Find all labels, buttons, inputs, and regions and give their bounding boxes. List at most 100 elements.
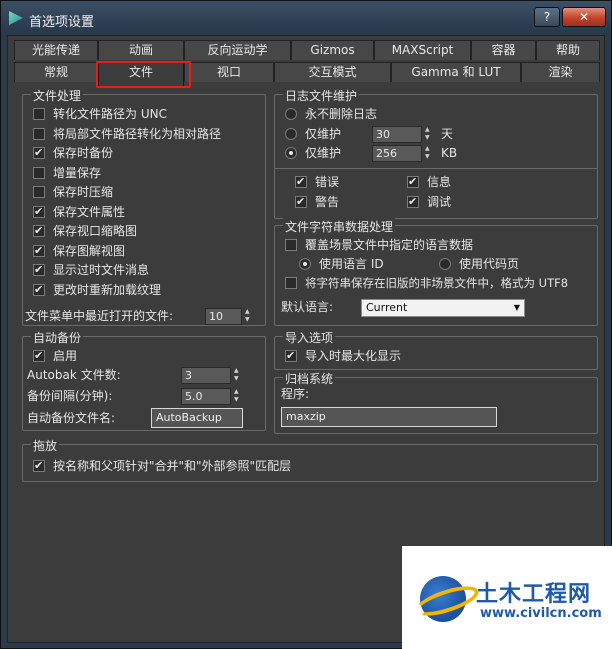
tab-help[interactable]: 帮助 bbox=[536, 40, 600, 60]
autobak-count-value[interactable]: 3 bbox=[181, 367, 231, 384]
close-button[interactable]: ✕ bbox=[562, 7, 606, 27]
log-type-error[interactable]: 错误 bbox=[295, 173, 395, 191]
save-utf8-option[interactable]: 将字符串保存在旧版的非场景文件中，格式为 UTF8 bbox=[285, 274, 595, 292]
recent-files-spinner[interactable]: 10 ▲ ▼ bbox=[205, 308, 255, 325]
file-handling-title: 文件处理 bbox=[31, 87, 84, 104]
use-language-id-option[interactable]: 使用语言 ID bbox=[299, 255, 419, 273]
file-handling-option-label: 将局部文件路径转化为相对路径 bbox=[53, 126, 222, 141]
file-handling-option[interactable]: 保存文件属性 bbox=[33, 203, 259, 221]
file-handling-option[interactable]: 保存视口缩略图 bbox=[33, 222, 259, 240]
file-handling-option[interactable]: 更改时重新加载纹理 bbox=[33, 281, 259, 299]
file-handling-checkbox[interactable] bbox=[33, 203, 45, 221]
override-language-option[interactable]: 覆盖场景文件中指定的语言数据 bbox=[285, 236, 585, 254]
use-codepage-label: 使用代码页 bbox=[459, 257, 520, 271]
log-info-label: 信息 bbox=[427, 175, 452, 189]
string-data-title: 文件字符串数据处理 bbox=[283, 218, 396, 235]
never-delete-radio[interactable] bbox=[285, 108, 297, 120]
tab-inverse-kinematics[interactable]: 反向运动学 bbox=[184, 40, 291, 60]
file-handling-checkbox[interactable] bbox=[33, 144, 45, 162]
auto-backup-title: 自动备份 bbox=[31, 329, 84, 346]
log-maintenance-title: 日志文件维护 bbox=[283, 87, 360, 104]
file-handling-option[interactable]: 将局部文件路径转化为相对路径 bbox=[33, 125, 259, 143]
auto-backup-enable-checkbox[interactable] bbox=[33, 347, 45, 365]
backup-filename-label: 自动备份文件名: bbox=[27, 411, 116, 425]
log-type-info[interactable]: 信息 bbox=[407, 173, 507, 191]
file-handling-checkbox[interactable] bbox=[33, 166, 45, 179]
tab-rendering[interactable]: 渲染 bbox=[521, 62, 600, 82]
watermark: 土木工程网 www.civilcn.com bbox=[402, 546, 612, 649]
keep-days-spin-arrows[interactable]: ▲ ▼ bbox=[423, 126, 434, 143]
file-handling-option[interactable]: 保存时备份 bbox=[33, 144, 259, 162]
autobak-count-spin-arrows[interactable]: ▲ ▼ bbox=[232, 367, 243, 384]
file-handling-checkbox[interactable] bbox=[33, 242, 45, 260]
backup-interval-label: 备份间隔(分钟): bbox=[27, 389, 113, 403]
default-language-value: Current bbox=[366, 301, 408, 314]
never-delete-option[interactable]: 永不删除日志 bbox=[285, 105, 485, 123]
file-handling-checkbox[interactable] bbox=[33, 127, 45, 140]
use-language-id-radio[interactable] bbox=[299, 258, 311, 270]
tab-radiosity[interactable]: 光能传递 bbox=[14, 40, 98, 60]
file-handling-option-label: 保存时压缩 bbox=[53, 185, 114, 199]
file-handling-option-label: 保存图解视图 bbox=[53, 243, 126, 258]
file-handling-option-label: 转化文件路径为 UNC bbox=[53, 107, 167, 121]
auto-backup-enable-option[interactable]: 启用 bbox=[33, 347, 133, 365]
backup-interval-spin-arrows[interactable]: ▲ ▼ bbox=[232, 388, 243, 405]
archive-program-input[interactable]: maxzip bbox=[281, 407, 497, 427]
keep-days-spinner[interactable]: 30 ▲ ▼ bbox=[372, 126, 434, 143]
recent-files-value[interactable]: 10 bbox=[205, 308, 242, 325]
file-handling-option[interactable]: 显示过时文件消息 bbox=[33, 261, 259, 279]
maximize-on-import-checkbox[interactable] bbox=[285, 347, 297, 365]
backup-interval-spinner[interactable]: 5.0 ▲ ▼ bbox=[181, 388, 243, 405]
override-language-checkbox[interactable] bbox=[285, 239, 297, 251]
file-handling-checkbox[interactable] bbox=[33, 108, 45, 120]
tab-general[interactable]: 常规 bbox=[14, 62, 98, 82]
maximize-on-import-label: 导入时最大化显示 bbox=[305, 349, 402, 363]
tab-viewports[interactable]: 视口 bbox=[184, 62, 274, 82]
save-utf8-checkbox[interactable] bbox=[285, 277, 297, 289]
file-handling-checkbox[interactable] bbox=[33, 281, 45, 299]
title-bar[interactable]: 首选项设置 ? ✕ bbox=[1, 1, 611, 35]
string-data-group: 文件字符串数据处理 覆盖场景文件中指定的语言数据 使用语言 ID 使用代码页 将… bbox=[274, 218, 598, 326]
use-codepage-radio[interactable] bbox=[439, 258, 451, 270]
file-handling-option-label: 保存视口缩略图 bbox=[53, 224, 138, 238]
log-maintenance-group: 日志文件维护 永不删除日志 仅维护 30 ▲ ▼ 天 仅维护 256 ▲ ▼ K… bbox=[274, 87, 598, 219]
file-handling-option-label: 增量保存 bbox=[53, 165, 102, 180]
backup-interval-value[interactable]: 5.0 bbox=[181, 388, 231, 405]
log-error-checkbox[interactable] bbox=[295, 173, 307, 191]
file-handling-checkbox[interactable] bbox=[33, 186, 45, 198]
use-codepage-option[interactable]: 使用代码页 bbox=[439, 255, 559, 273]
keep-days-value[interactable]: 30 bbox=[372, 126, 422, 143]
file-handling-option[interactable]: 保存图解视图 bbox=[33, 242, 259, 260]
maximize-on-import-option[interactable]: 导入时最大化显示 bbox=[285, 347, 485, 365]
keep-kb-spinner[interactable]: 256 ▲ ▼ bbox=[372, 145, 434, 162]
keep-days-radio[interactable] bbox=[285, 128, 297, 140]
log-warning-checkbox[interactable] bbox=[295, 193, 307, 211]
file-handling-option[interactable]: 增量保存 bbox=[33, 164, 259, 182]
autobak-count-spinner[interactable]: 3 ▲ ▼ bbox=[181, 367, 243, 384]
tab-containers[interactable]: 容器 bbox=[471, 40, 536, 60]
help-button[interactable]: ? bbox=[534, 7, 560, 27]
file-handling-checkbox[interactable] bbox=[33, 222, 45, 240]
file-handling-option[interactable]: 转化文件路径为 UNC bbox=[33, 105, 259, 123]
match-layers-checkbox[interactable] bbox=[33, 457, 45, 475]
watermark-url: www.civilcn.com bbox=[480, 606, 602, 621]
tab-gizmos[interactable]: Gizmos bbox=[291, 40, 374, 60]
keep-kb-spin-arrows[interactable]: ▲ ▼ bbox=[423, 145, 434, 162]
match-layers-option[interactable]: 按名称和父项针对"合并"和"外部参照"匹配层 bbox=[33, 457, 433, 475]
tab-files[interactable]: 文件 bbox=[98, 62, 184, 86]
keep-kb-radio[interactable] bbox=[285, 147, 297, 159]
tab-animation[interactable]: 动画 bbox=[98, 40, 184, 60]
file-handling-option[interactable]: 保存时压缩 bbox=[33, 183, 259, 201]
tab-interaction-mode[interactable]: 交互模式 bbox=[274, 62, 391, 82]
recent-files-spin-arrows[interactable]: ▲ ▼ bbox=[243, 308, 254, 325]
log-type-debug[interactable]: 调试 bbox=[407, 193, 507, 211]
file-handling-checkbox[interactable] bbox=[33, 261, 45, 279]
default-language-dropdown[interactable]: Current ▼ bbox=[361, 299, 525, 317]
tab-maxscript[interactable]: MAXScript bbox=[374, 40, 471, 60]
keep-kb-value[interactable]: 256 bbox=[372, 145, 422, 162]
backup-filename-input[interactable]: AutoBackup bbox=[151, 408, 243, 428]
log-info-checkbox[interactable] bbox=[407, 173, 419, 191]
log-debug-checkbox[interactable] bbox=[407, 193, 419, 211]
tab-gamma-lut[interactable]: Gamma 和 LUT bbox=[391, 62, 521, 82]
log-type-warning[interactable]: 警告 bbox=[295, 193, 395, 211]
